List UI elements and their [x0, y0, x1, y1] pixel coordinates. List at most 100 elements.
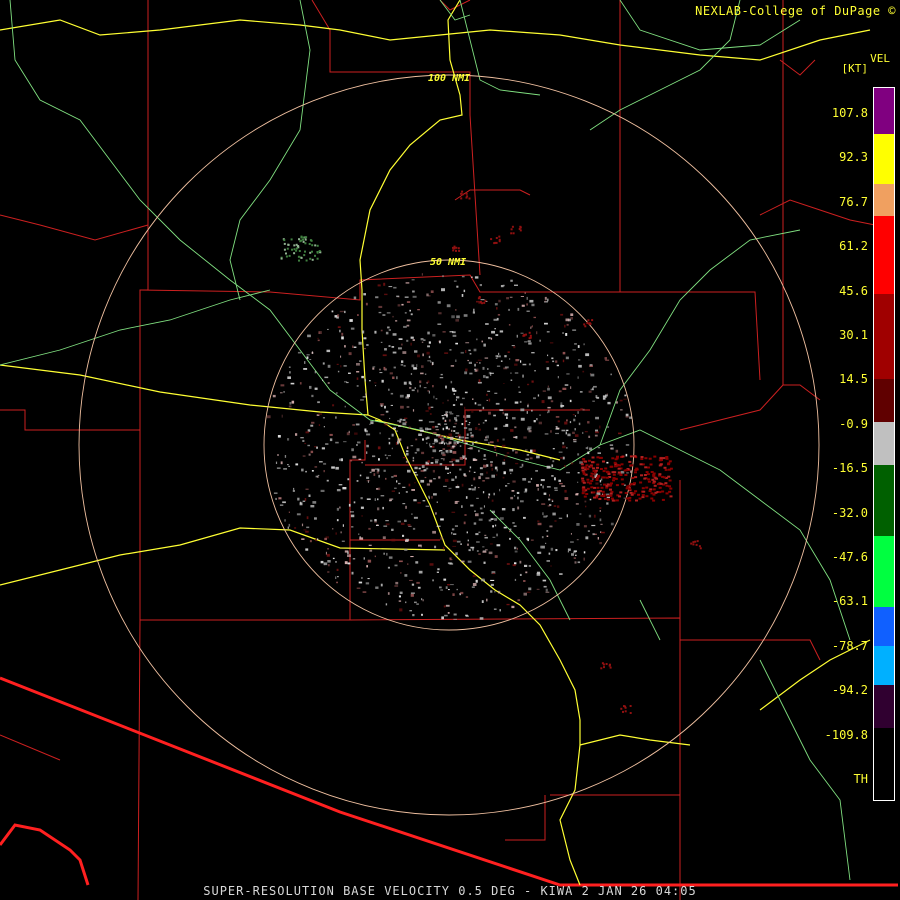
echo-pixel: [302, 500, 306, 502]
echo-pixel: [668, 479, 672, 482]
echo-pixel: [601, 490, 605, 493]
echo-pixel: [533, 420, 536, 423]
echo-pixel: [474, 427, 478, 430]
echo-pixel: [385, 603, 388, 606]
echo-pixel: [577, 345, 580, 348]
echo-pixel: [495, 357, 498, 359]
echo-pixel: [377, 468, 380, 472]
echo-pixel: [549, 494, 550, 497]
echo-pixel: [583, 525, 587, 528]
echo-pixel: [548, 552, 551, 555]
echo-pixel: [527, 538, 529, 542]
echo-pixel: [414, 350, 418, 353]
echo-pixel: [360, 497, 363, 500]
echo-pixel: [590, 373, 595, 377]
echo-pixel: [581, 477, 585, 480]
echo-pixel: [448, 433, 453, 437]
echo-pixel: [314, 387, 318, 390]
echo-pixel: [378, 474, 380, 478]
echo-pixel: [464, 391, 468, 394]
echo-pixel: [471, 586, 475, 588]
echo-pixel: [592, 387, 594, 390]
echo-pixel: [292, 489, 295, 492]
echo-pixel: [473, 477, 476, 481]
echo-pixel: [455, 500, 460, 503]
echo-pixel: [484, 357, 489, 359]
echo-pixel: [461, 190, 464, 193]
echo-pixel: [542, 579, 547, 582]
echo-pixel: [541, 545, 545, 549]
echo-pixel: [654, 491, 658, 494]
colorbar-tick-label: -16.5: [831, 461, 868, 476]
echo-pixel: [476, 497, 479, 499]
echo-pixel: [496, 365, 501, 367]
echo-pixel: [468, 470, 471, 473]
echo-pixel: [572, 349, 576, 351]
echo-pixel: [495, 334, 499, 336]
echo-pixel: [370, 519, 373, 522]
echo-pixel: [599, 507, 602, 509]
echo-pixel: [439, 586, 442, 589]
echo-pixel: [551, 499, 554, 501]
echo-pixel: [412, 460, 415, 462]
echo-pixel: [624, 474, 628, 476]
echo-pixel: [457, 484, 459, 486]
echo-pixel: [514, 449, 516, 451]
echo-pixel: [297, 497, 300, 501]
echo-pixel: [504, 355, 507, 358]
echo-pixel: [397, 441, 399, 445]
echo-pixel: [528, 363, 531, 366]
echo-pixel: [562, 351, 566, 355]
echo-pixel: [305, 530, 309, 533]
echo-pixel: [453, 613, 457, 616]
echo-pixel: [587, 421, 590, 424]
echo-pixel: [283, 239, 286, 242]
echo-pixel: [578, 364, 582, 368]
echo-pixel: [494, 466, 498, 470]
echo-pixel: [558, 390, 562, 393]
echo-pixel: [402, 486, 406, 488]
echo-pixel: [327, 364, 331, 368]
echo-pixel: [436, 571, 439, 573]
echo-pixel: [625, 415, 629, 418]
echo-pixel: [628, 499, 632, 502]
echo-pixel: [612, 473, 616, 476]
echo-pixel: [478, 531, 481, 533]
echo-pixel: [442, 275, 444, 278]
echo-pixel: [302, 439, 305, 442]
echo-pixel: [634, 471, 637, 474]
echo-pixel: [566, 514, 568, 518]
echo-pixel: [494, 328, 496, 330]
echo-pixel: [411, 389, 415, 392]
echo-pixel: [405, 421, 408, 423]
echo-pixel: [432, 334, 436, 337]
echo-pixel: [637, 493, 640, 496]
echo-pixel: [526, 591, 531, 593]
echo-pixel: [404, 548, 408, 551]
range-rings: [78, 74, 820, 816]
echo-pixel: [463, 439, 465, 442]
echo-pixel: [547, 406, 551, 409]
echo-pixel: [554, 477, 556, 481]
echo-pixel: [407, 524, 411, 526]
echo-pixel: [397, 304, 401, 307]
echo-pixel: [514, 578, 517, 581]
echo-pixel: [549, 525, 553, 528]
echo-pixel: [592, 491, 596, 494]
echo-pixel: [524, 341, 528, 343]
echo-pixel: [430, 496, 433, 499]
echo-pixel: [388, 556, 393, 559]
echo-pixel: [653, 484, 657, 487]
echo-pixel: [487, 390, 491, 392]
echo-pixel: [444, 419, 447, 422]
echo-pixel: [339, 329, 341, 333]
echo-pixel: [601, 476, 605, 479]
echo-pixel: [441, 288, 445, 292]
echo-pixel: [582, 481, 586, 484]
echo-pixel: [391, 528, 394, 531]
echo-pixel: [465, 342, 470, 344]
echo-pixel: [401, 343, 403, 346]
echo-pixel: [514, 363, 518, 366]
echo-pixel: [496, 469, 498, 472]
echo-pixel: [370, 421, 374, 425]
